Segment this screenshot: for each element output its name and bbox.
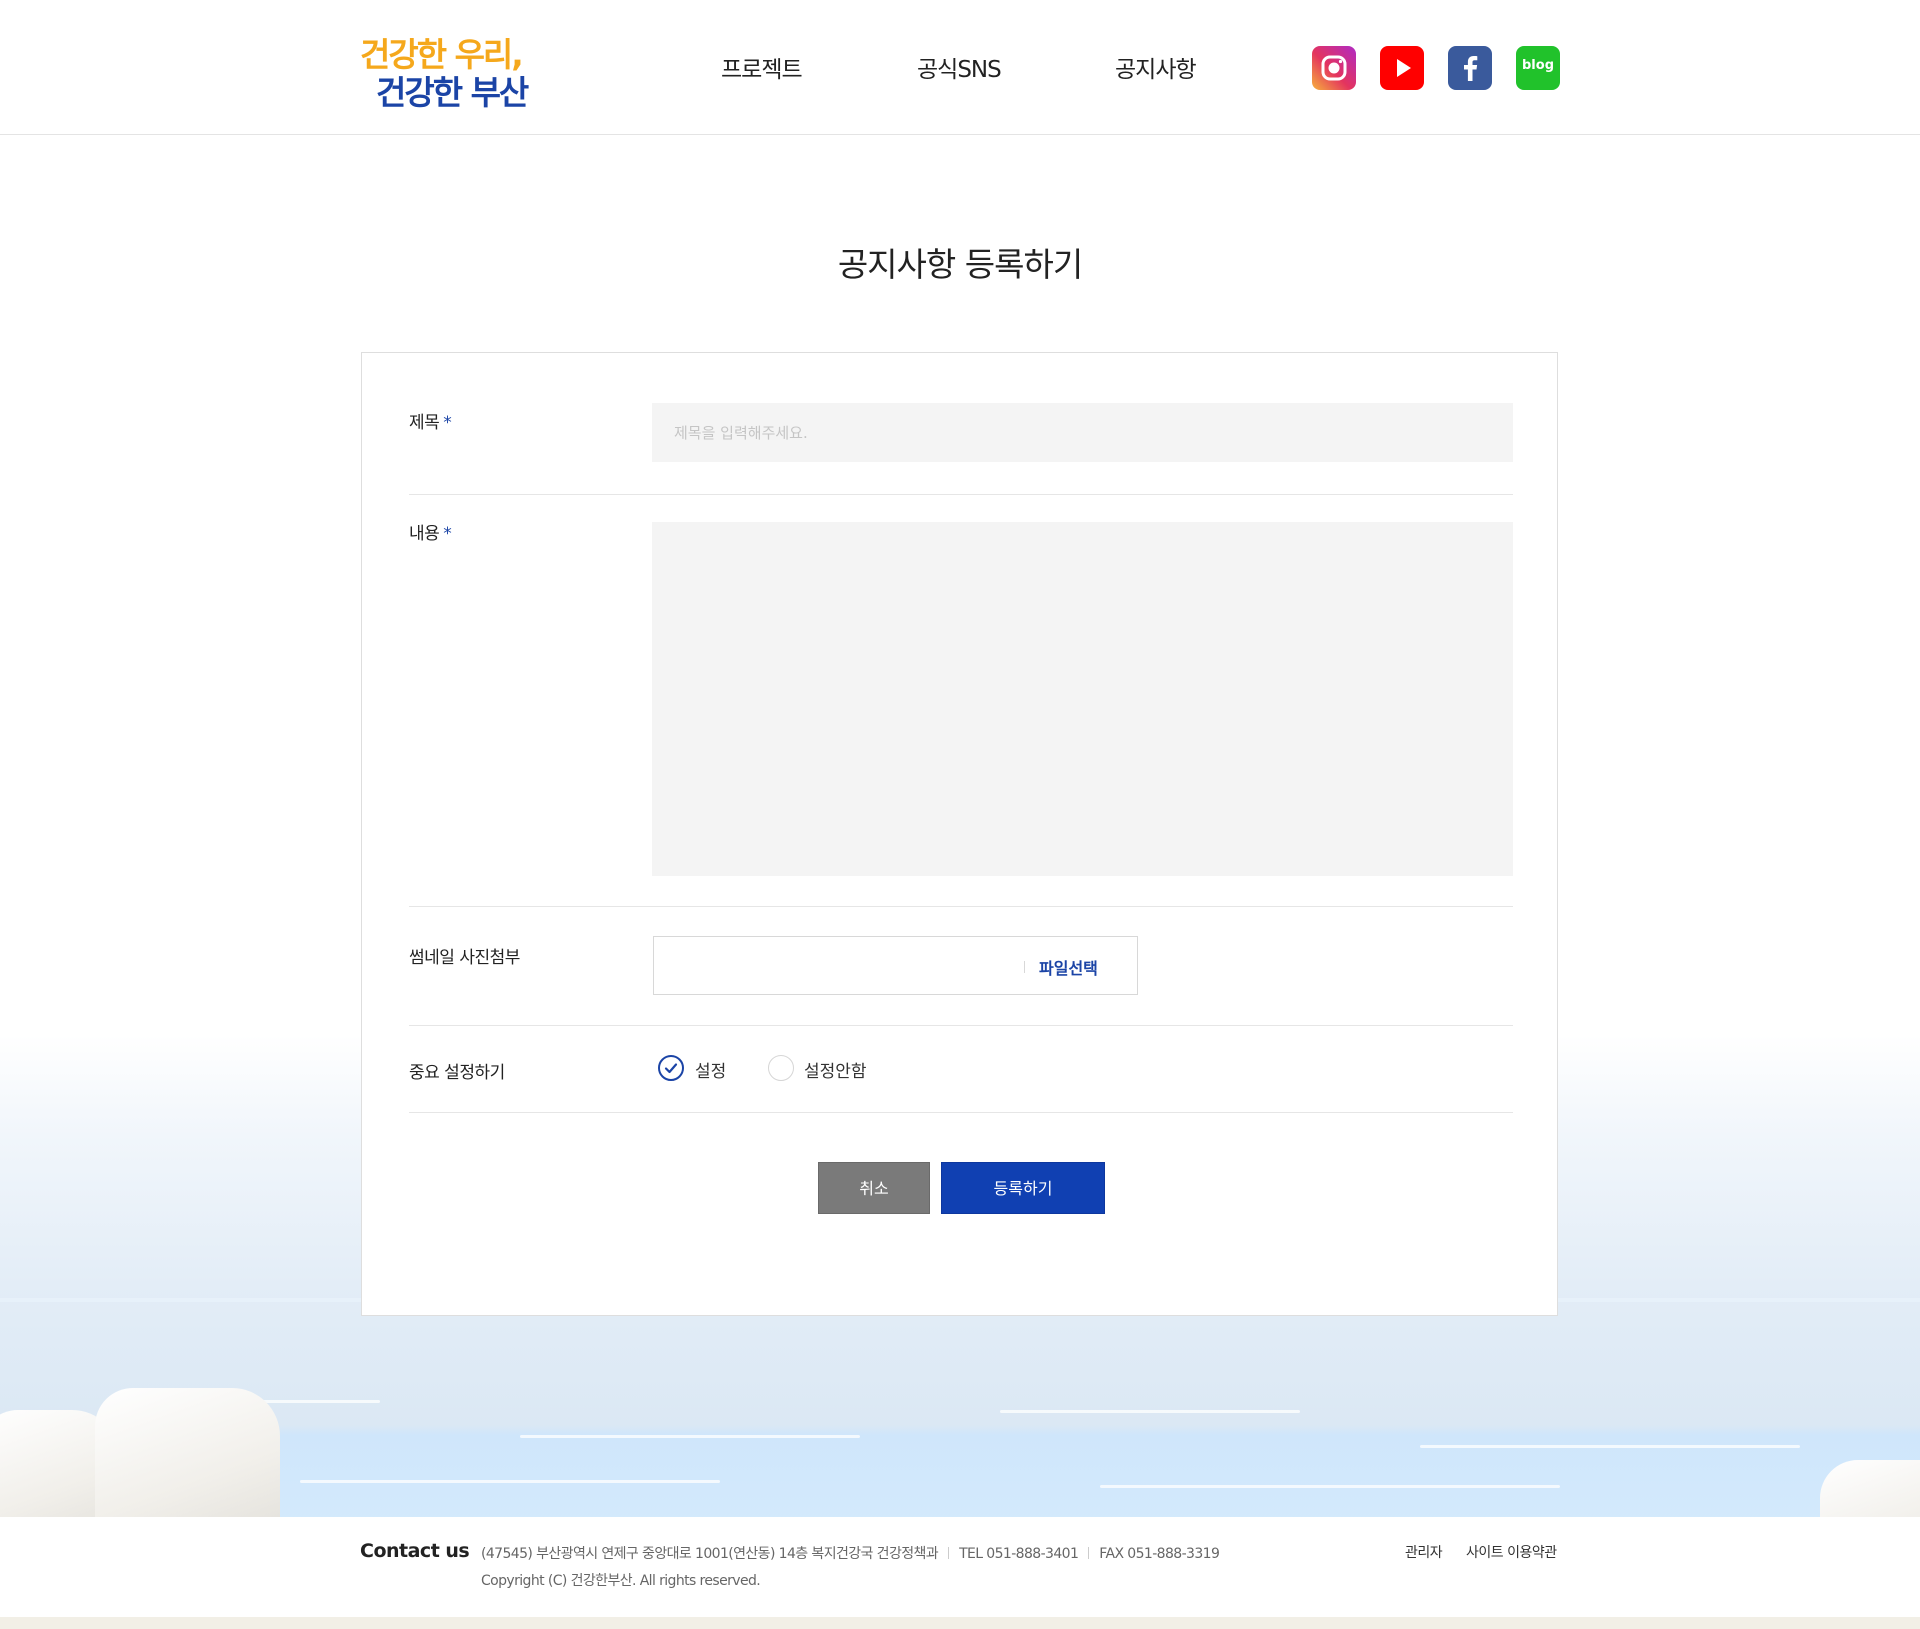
footer-info: (47545) 부산광역시 연제구 중앙대로 1001(연산동) 14층 복지건… [481,1543,1220,1563]
submit-button[interactable]: 등록하기 [941,1162,1105,1214]
facebook-icon[interactable] [1448,46,1492,90]
thumbnail-label: 썸네일 사진첨부 [409,948,520,968]
sea-wave [300,1480,720,1483]
check-icon [664,1063,678,1074]
instagram-icon[interactable] [1312,46,1356,90]
sand-strip [0,1617,1920,1629]
required-mark: * [443,524,452,544]
sea-wave [1100,1485,1560,1488]
footer-link-admin[interactable]: 관리자 [1405,1542,1443,1562]
row-divider [409,494,1513,495]
title-label: 제목 * [409,408,452,433]
site-header: 건강한 우리, 건강한 부산 프로젝트 공식SNS 공지사항 blog [0,0,1920,135]
notice-form: 제목* 내용* 썸네일 사진첨부 파일선택 중요 설정하기 설정 설정안함 취소… [361,352,1558,1316]
title-input[interactable] [652,403,1513,462]
blog-icon[interactable]: blog [1516,46,1560,90]
blog-icon-label: blog [1522,58,1554,73]
contact-title: Contact us [360,1540,470,1562]
nav-official-sns[interactable]: 공식SNS [917,50,1002,84]
title-label-text: 제목 [409,413,440,433]
footer-fax: FAX 051-888-3319 [1099,1546,1220,1562]
site-logo[interactable]: 건강한 우리, 건강한 부산 [360,28,540,112]
row-divider [409,906,1513,907]
sea-wave [1420,1445,1800,1448]
row-divider [409,1025,1513,1026]
footer-link-terms[interactable]: 사이트 이용약관 [1466,1542,1557,1562]
radio-important-off-label[interactable]: 설정안함 [804,1057,867,1082]
radio-important-off[interactable] [768,1055,794,1081]
important-label: 중요 설정하기 [409,1063,505,1083]
radio-important-on[interactable] [658,1055,684,1081]
content-textarea[interactable] [652,522,1513,876]
logo-line-2: 건강한 부산 [376,73,529,112]
footer-separator [948,1547,950,1559]
page-title: 공지사항 등록하기 [837,245,1083,284]
content-label-text: 내용 [409,524,440,544]
file-select-button[interactable]: 파일선택 [1039,955,1098,979]
nav-notice[interactable]: 공지사항 [1115,50,1197,84]
row-divider [409,1112,1513,1113]
content-label: 내용 * [409,519,452,544]
thumbnail-file-input[interactable]: 파일선택 [653,936,1138,995]
youtube-icon[interactable] [1380,46,1424,90]
sea-wave [520,1435,860,1438]
cancel-button[interactable]: 취소 [818,1162,930,1214]
file-separator [1024,961,1025,973]
footer-address: (47545) 부산광역시 연제구 중앙대로 1001(연산동) 14층 복지건… [481,1546,939,1562]
site-footer: Contact us (47545) 부산광역시 연제구 중앙대로 1001(연… [0,1517,1920,1629]
radio-important-on-label[interactable]: 설정 [695,1057,726,1082]
footer-separator [1088,1547,1090,1559]
footer-tel: TEL 051-888-3401 [959,1546,1079,1562]
nav-project[interactable]: 프로젝트 [721,50,803,84]
footer-copyright: Copyright (C) 건강한부산. All rights reserved… [481,1573,761,1589]
required-mark: * [443,413,452,433]
sea-wave [1000,1410,1300,1413]
